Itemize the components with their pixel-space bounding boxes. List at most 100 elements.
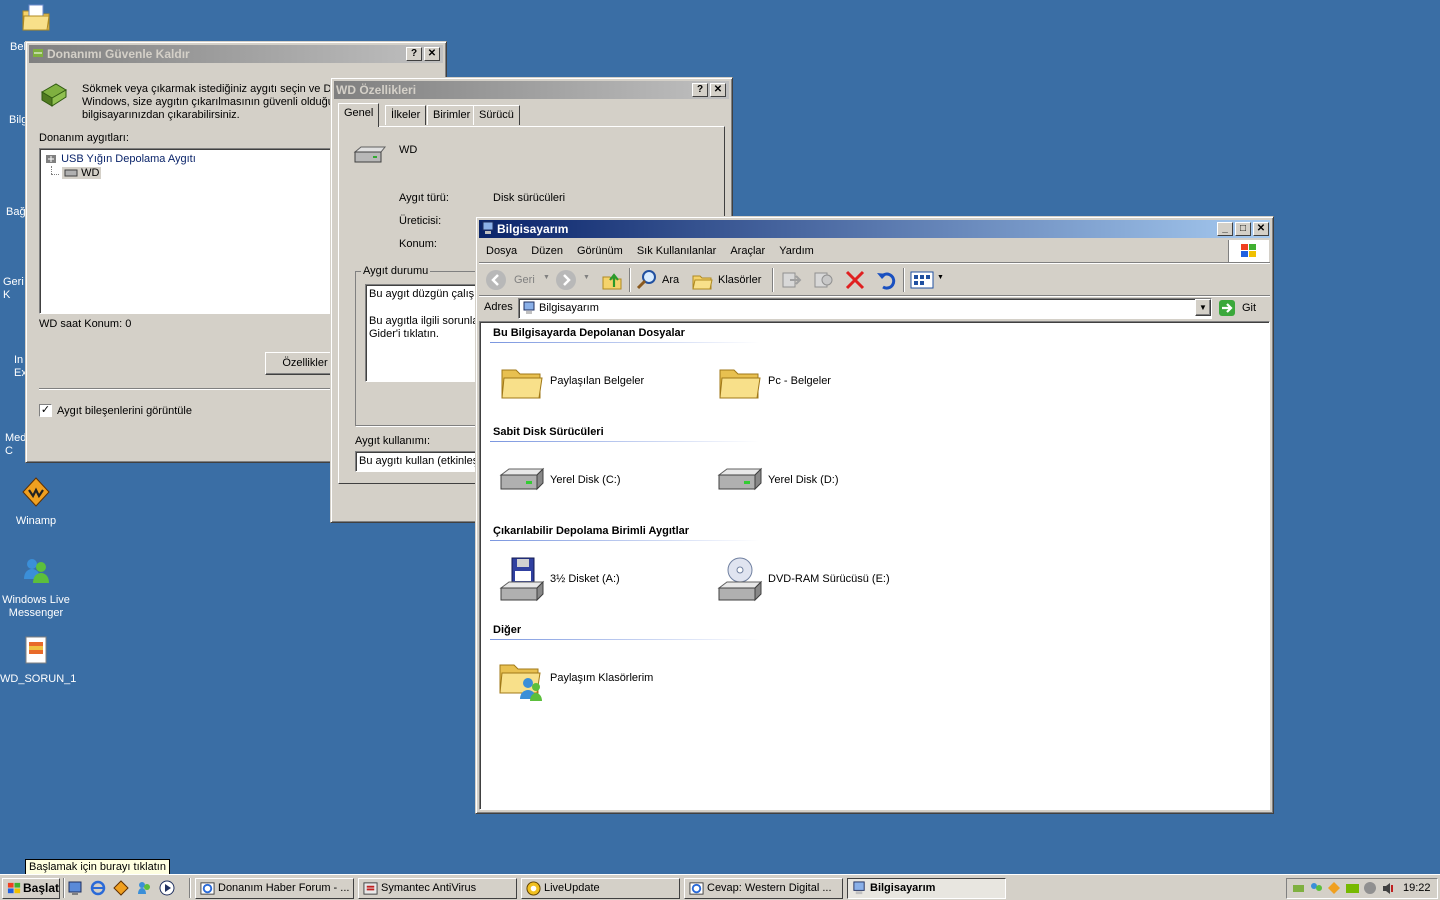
safe-remove-tray-icon[interactable] xyxy=(1291,881,1306,896)
internet-explorer-icon[interactable] xyxy=(90,880,106,896)
address-input[interactable]: Bilgisayarım ▼ xyxy=(518,298,1212,319)
toolbar: Geri ▼ ▼ Ara Klasörler ▼ xyxy=(479,265,1270,295)
taskbar: Başlat Donanım Haber Forum - ... Symante… xyxy=(0,874,1440,900)
copy-to-icon[interactable] xyxy=(812,270,834,290)
desktop-icon-winamp[interactable]: Winamp xyxy=(0,476,72,528)
move-to-icon[interactable] xyxy=(780,270,802,290)
wd-properties-titlebar[interactable]: WD Özellikleri ? ✕ xyxy=(334,81,729,99)
manufacturer-label: Üreticisi: xyxy=(399,215,442,227)
device-name: WD xyxy=(399,144,418,156)
menu-edit[interactable]: Düzen xyxy=(524,241,570,261)
winamp-icon[interactable] xyxy=(113,880,129,896)
devices-label: Donanım aygıtları: xyxy=(39,132,129,144)
desktop-icon-network[interactable]: Bağ xyxy=(0,172,28,219)
up-folder-icon[interactable] xyxy=(601,269,623,291)
volume-icon[interactable] xyxy=(1381,881,1396,896)
media-player-icon[interactable] xyxy=(159,880,175,896)
delete-icon[interactable] xyxy=(844,270,866,290)
tree-item-wd[interactable]: WD xyxy=(62,167,102,180)
toolbar-separator xyxy=(772,268,773,292)
close-button[interactable]: ✕ xyxy=(1253,222,1269,236)
taskbar-item-bilgisayarim[interactable]: Bilgisayarım xyxy=(847,878,1006,899)
my-computer-icon xyxy=(853,881,865,895)
start-button[interactable]: Başlat xyxy=(2,878,60,899)
explorer-title: Bilgisayarım xyxy=(497,222,569,236)
desktop-icon-messenger[interactable]: Windows Live Messenger xyxy=(0,555,72,620)
desktop-icon-media-center[interactable]: Med C xyxy=(0,400,28,458)
tab-policies[interactable]: İlkeler xyxy=(385,105,427,125)
status-line: Gider'i tıklatın. xyxy=(369,328,439,340)
help-button[interactable]: ? xyxy=(406,47,422,61)
menu-file[interactable]: Dosya xyxy=(479,241,524,261)
my-computer-icon xyxy=(482,221,494,234)
section-title: Sabit Disk Sürücüleri xyxy=(493,426,604,438)
forward-button[interactable]: ▼ xyxy=(555,269,591,291)
menu-tools[interactable]: Araçlar xyxy=(723,241,772,261)
views-dropdown-icon[interactable]: ▼ xyxy=(937,274,944,281)
device-tree[interactable]: USB Yığın Depolama Aygıtı WD xyxy=(39,148,331,314)
nvidia-tray-icon[interactable] xyxy=(1345,881,1360,896)
toolbar-separator xyxy=(629,268,630,292)
menu-favorites[interactable]: Sık Kullanılanlar xyxy=(630,241,724,261)
forward-dropdown-icon[interactable]: ▼ xyxy=(583,274,590,281)
show-components-checkbox[interactable]: ✓ xyxy=(39,404,52,417)
views-icon xyxy=(910,271,934,289)
back-button[interactable]: Geri ▼ xyxy=(485,269,550,291)
close-button[interactable]: ✕ xyxy=(710,83,726,97)
taskbar-item-symantec[interactable]: Symantec AntiVirus xyxy=(358,878,517,899)
desktop-icon-recycle-bin[interactable]: Geri K xyxy=(0,242,28,302)
start-tooltip: Başlamak için burayı tıklatın xyxy=(25,859,170,875)
desktop-icon-wd-sorun[interactable]: WD_SORUN_1 xyxy=(0,634,77,686)
go-button[interactable]: Git xyxy=(1218,298,1268,319)
taskbar-item-liveupdate[interactable]: LiveUpdate xyxy=(521,878,680,899)
tab-volumes[interactable]: Birimler xyxy=(427,105,477,125)
tab-driver[interactable]: Sürücü xyxy=(473,105,520,125)
minimize-button[interactable]: _ xyxy=(1217,222,1233,236)
menu-help[interactable]: Yardım xyxy=(772,241,821,261)
status-line: Bu aygıt düzgün çalışıy xyxy=(369,288,483,300)
network-tray-icon[interactable] xyxy=(1363,881,1378,896)
address-bar: Adres Bilgisayarım ▼ Git xyxy=(479,297,1270,321)
messenger-icon[interactable] xyxy=(136,880,152,896)
views-button[interactable]: ▼ xyxy=(910,269,946,291)
taskbar-item-donanim-haber[interactable]: Donanım Haber Forum - ... xyxy=(195,878,354,899)
section-divider xyxy=(490,639,760,640)
antivirus-icon xyxy=(363,882,378,895)
desktop-icon-label: Med C xyxy=(5,432,27,457)
status-line: Bu aygıtla ilgili sorunlar xyxy=(369,315,483,327)
menu-view[interactable]: Görünüm xyxy=(570,241,630,261)
close-button[interactable]: ✕ xyxy=(424,47,440,61)
hard-disk-icon xyxy=(717,467,763,491)
safe-remove-titlebar[interactable]: Donanımı Güvenle Kaldır ? ✕ xyxy=(29,45,443,63)
tree-item-usb-storage[interactable]: USB Yığın Depolama Aygıtı xyxy=(44,152,196,166)
winamp-tray-icon[interactable] xyxy=(1327,881,1342,896)
disk-drive-icon xyxy=(64,169,78,177)
forward-arrow-icon xyxy=(556,270,576,290)
address-dropdown-button[interactable]: ▼ xyxy=(1195,299,1211,316)
folder-icon xyxy=(501,369,543,399)
search-button[interactable]: Ara xyxy=(636,269,684,291)
desktop-icon-label: WD_SORUN_1 xyxy=(0,673,77,685)
tab-general[interactable]: Genel xyxy=(338,103,380,127)
safe-remove-icon xyxy=(33,49,43,57)
undo-icon[interactable] xyxy=(875,269,897,291)
my-computer-icon xyxy=(523,301,535,314)
desktop-icon-internet-explorer[interactable]: In Ex xyxy=(0,320,28,380)
show-components-label: Aygıt bileşenlerini görüntüle xyxy=(57,405,192,417)
maximize-button[interactable]: □ xyxy=(1235,222,1251,236)
folder-icon xyxy=(719,369,761,399)
menu-bar: Dosya Düzen Görünüm Sık Kullanılanlar Araçla… xyxy=(479,241,1229,261)
show-desktop-icon[interactable] xyxy=(67,880,83,896)
section-title: Çıkarılabilir Depolama Birimli Aygıtlar xyxy=(493,525,690,537)
dvd-drive-icon xyxy=(717,557,763,602)
messenger-tray-icon[interactable] xyxy=(1309,881,1324,896)
explorer-titlebar[interactable]: Bilgisayarım _ □ ✕ xyxy=(479,220,1270,238)
folders-button[interactable]: Klasörler xyxy=(691,269,763,291)
desktop-icon-label: Winamp xyxy=(15,515,57,527)
taskbar-item-cevap-western-digital[interactable]: Cevap: Western Digital ... xyxy=(684,878,843,899)
help-button[interactable]: ? xyxy=(692,83,708,97)
usage-value: Bu aygıtı kullan (etkinleşt xyxy=(359,455,482,467)
content-pane[interactable]: Bu Bilgisayarda Depolanan Dosyalar Payla… xyxy=(479,321,1270,810)
back-dropdown-icon[interactable]: ▼ xyxy=(543,274,550,281)
desktop-icon-label: In Ex xyxy=(14,354,27,379)
